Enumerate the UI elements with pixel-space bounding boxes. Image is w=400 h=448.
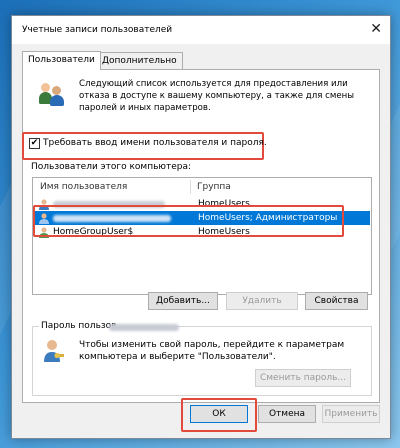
require-login-label: Требовать ввод имени пользователя и паро… — [43, 138, 267, 148]
apply-button[interactable]: Применить — [322, 405, 380, 423]
intro-text: Следующий список используется для предос… — [79, 79, 355, 113]
title-bar[interactable]: Учетные записи пользователей ✕ — [12, 16, 390, 44]
tab-users[interactable]: Пользователи — [22, 51, 101, 70]
user-key-icon — [43, 339, 65, 363]
user-accounts-dialog: Учетные записи пользователей ✕ Пользоват… — [11, 15, 391, 439]
window-title: Учетные записи пользователей — [22, 25, 173, 35]
column-divider — [190, 180, 191, 194]
remove-user-button[interactable]: Удалить — [226, 292, 298, 310]
close-icon[interactable]: ✕ — [370, 21, 382, 37]
column-header-group[interactable]: Группа — [197, 178, 231, 196]
ok-button[interactable]: ОК — [190, 405, 248, 423]
add-user-button[interactable]: Добавить... — [148, 292, 218, 310]
tab-advanced[interactable]: Дополнительно — [96, 52, 183, 69]
users-tab-panel: Следующий список используется для предос… — [22, 69, 380, 403]
column-header-username[interactable]: Имя пользователя — [40, 178, 127, 196]
properties-button[interactable]: Свойства — [305, 292, 368, 310]
annotation-highlight — [33, 205, 344, 237]
password-group-legend: Пароль пользов — [39, 321, 119, 331]
cancel-button[interactable]: Отмена — [258, 405, 316, 423]
redacted-email — [109, 324, 179, 331]
users-section-label: Пользователи этого компьютера: — [31, 162, 192, 172]
change-password-button[interactable]: Сменить пароль... — [255, 369, 351, 387]
password-group: Пароль пользов Чтобы изменить свой парол… — [32, 321, 372, 396]
password-info-text: Чтобы изменить свой пароль, перейдите к … — [79, 340, 345, 362]
require-login-checkbox[interactable]: ✔ — [29, 138, 40, 149]
users-icon — [39, 82, 65, 106]
